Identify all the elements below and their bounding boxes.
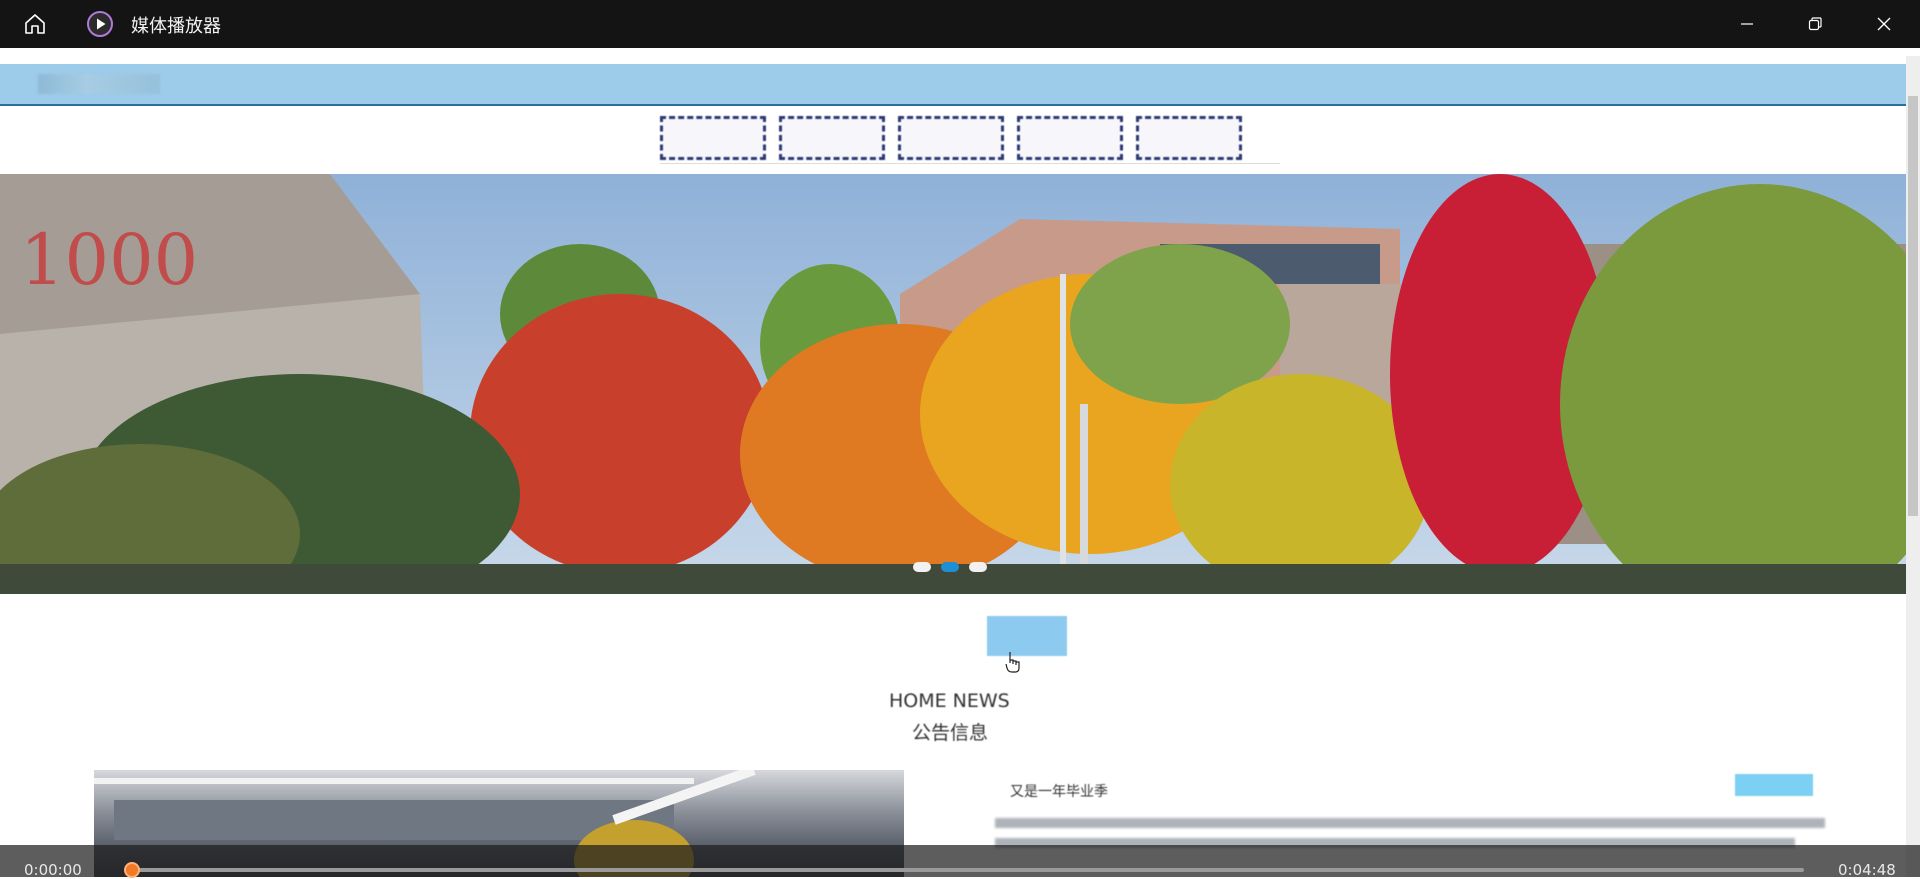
news-title: 又是一年毕业季 [1010,784,1108,800]
close-button[interactable] [1850,0,1918,48]
minimize-button[interactable] [1713,0,1781,48]
page-scroll-thumb [1908,96,1918,516]
svg-text:1000: 1000 [20,219,198,301]
site-nav-item [660,116,766,160]
pointer-cursor-icon [1005,652,1020,673]
home-icon[interactable] [18,8,52,40]
site-nav-item [779,116,885,160]
carousel-dots [913,562,987,572]
restore-button[interactable] [1781,0,1849,48]
video-frame[interactable]: 1000 HOME NEWS 公告信息 又是一年毕业季 [0,48,1920,877]
site-nav-item [1017,116,1123,160]
minimize-icon [1741,23,1753,25]
site-logo [38,74,160,94]
site-nav-item [1136,116,1242,160]
site-top-bar [0,64,1906,106]
current-time: 0:00:00 [24,861,82,879]
carousel-dot-active[interactable] [941,562,959,572]
news-tab-active[interactable] [987,616,1067,656]
news-excerpt-line [995,818,1825,828]
seek-bar[interactable] [128,868,1804,872]
nav-divider [660,163,1280,164]
campus-banner-image: 1000 [0,174,1906,594]
section-heading-en: HOME NEWS [889,690,1010,712]
seek-thumb[interactable] [124,862,140,878]
title-bar: 媒体播放器 [0,0,1920,48]
news-more-button [1735,774,1813,796]
news-tab[interactable] [880,622,940,644]
page-scrollbar [1906,56,1920,877]
player-controls: 0:00:00 0:04:48 [0,845,1920,879]
section-heading-zh: 公告信息 [912,722,989,744]
restore-icon [1808,17,1822,31]
carousel-dot[interactable] [969,562,987,572]
window-title: 媒体播放器 [131,16,221,37]
site-nav-item [898,116,1004,160]
play-circle-icon [86,10,114,38]
site-nav [660,116,1242,160]
close-icon [1877,17,1891,31]
total-time: 0:04:48 [1838,861,1896,879]
carousel-dot[interactable] [913,562,931,572]
